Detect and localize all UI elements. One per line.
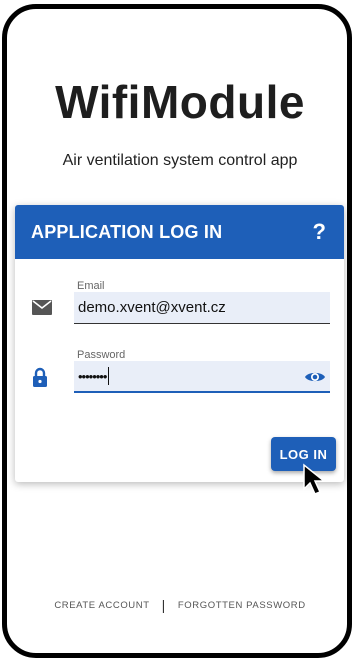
email-field-row: Email demo.xvent@xvent.cz [32,280,330,326]
password-label: Password [77,349,126,361]
app-subtitle: Air ventilation system control app [62,152,298,169]
email-value: demo.xvent@xvent.cz [78,299,226,316]
login-card-header: APPLICATION LOG IN ? [15,205,344,259]
help-button[interactable]: ? [313,219,326,245]
envelope-icon [32,300,52,320]
footer-links: CREATE ACCOUNT | FORGOTTEN PASSWORD [0,597,360,613]
footer-separator: | [161,597,166,613]
lock-icon [32,367,48,392]
password-field-row: Password •••••••• [32,349,330,395]
create-account-link[interactable]: CREATE ACCOUNT [54,600,149,611]
email-field[interactable]: demo.xvent@xvent.cz [74,292,330,324]
email-label: Email [77,280,105,292]
password-masked-value: •••••••• [78,368,107,384]
forgotten-password-link[interactable]: FORGOTTEN PASSWORD [178,600,306,611]
login-card-title: APPLICATION LOG IN [31,221,223,242]
password-field[interactable]: •••••••• [74,361,330,393]
login-card: APPLICATION LOG IN ? Email demo.xvent@xv… [15,205,344,482]
text-caret [108,367,110,385]
app-title: WifiModule [55,76,305,128]
mouse-cursor-icon [302,463,334,502]
eye-icon[interactable] [304,370,326,389]
